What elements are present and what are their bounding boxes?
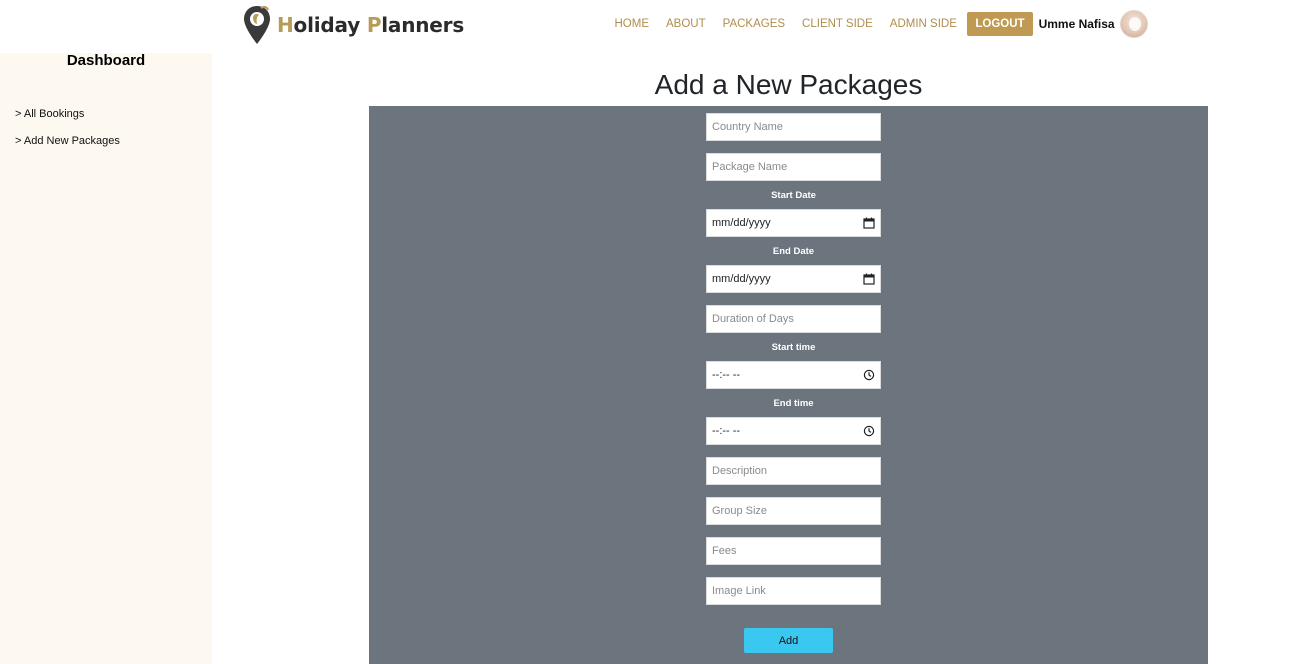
end-time-label: End time — [773, 398, 814, 409]
nav-admin-side-link[interactable]: ADMIN SIDE — [881, 18, 965, 30]
end-time-input[interactable]: --:-- -- — [706, 417, 881, 445]
sidebar-title: Dashboard — [66, 52, 146, 69]
sidebar-item-all-bookings[interactable]: > All Bookings — [15, 108, 84, 120]
clock-icon[interactable] — [863, 369, 875, 381]
group-size-input[interactable] — [706, 497, 881, 525]
start-date-input[interactable]: mm/dd/yyyy — [706, 209, 881, 237]
nav-about-link[interactable]: ABOUT — [658, 18, 715, 30]
dashboard-sidebar: Dashboard > All Bookings > Add New Packa… — [0, 53, 212, 664]
start-time-value: --:-- -- — [712, 369, 741, 381]
duration-days-input[interactable] — [706, 305, 881, 333]
end-date-label: End Date — [772, 246, 815, 257]
end-date-input[interactable]: mm/dd/yyyy — [706, 265, 881, 293]
country-name-input[interactable] — [706, 113, 881, 141]
start-date-label: Start Date — [771, 190, 816, 201]
start-time-input[interactable]: --:-- -- — [706, 361, 881, 389]
clock-icon[interactable] — [863, 425, 875, 437]
image-link-input[interactable] — [706, 577, 881, 605]
description-input[interactable] — [706, 457, 881, 485]
add-package-button[interactable]: Add — [744, 628, 833, 653]
add-package-form: Start Date mm/dd/yyyy End Date mm/dd/yyy… — [369, 106, 1208, 664]
location-pin-logo-icon — [244, 5, 270, 44]
calendar-icon[interactable] — [863, 273, 875, 285]
nav-home-link[interactable]: HOME — [606, 18, 658, 30]
end-time-value: --:-- -- — [712, 425, 741, 437]
start-time-label: Start time — [771, 342, 816, 353]
page-title: Add a New Packages — [654, 69, 923, 100]
sidebar-item-add-new-packages[interactable]: > Add New Packages — [15, 135, 120, 147]
fees-input[interactable] — [706, 537, 881, 565]
calendar-icon[interactable] — [863, 217, 875, 229]
user-name: Umme Nafisa — [1038, 17, 1115, 31]
nav-client-side-link[interactable]: CLIENT SIDE — [794, 18, 882, 30]
logout-button[interactable]: LOGOUT — [967, 12, 1033, 36]
main-nav: HOME ABOUT PACKAGES CLIENT SIDE ADMIN SI… — [606, 10, 1148, 38]
end-date-value: mm/dd/yyyy — [712, 273, 771, 285]
avatar[interactable] — [1119, 10, 1148, 38]
brand-name: Holiday Planners — [277, 13, 465, 37]
package-name-input[interactable] — [706, 153, 881, 181]
brand-logo-link[interactable]: Holiday Planners — [241, 4, 464, 46]
top-navbar: Holiday Planners HOME ABOUT PACKAGES CLI… — [0, 0, 1296, 52]
nav-packages-link[interactable]: PACKAGES — [714, 18, 793, 30]
start-date-value: mm/dd/yyyy — [712, 217, 771, 229]
